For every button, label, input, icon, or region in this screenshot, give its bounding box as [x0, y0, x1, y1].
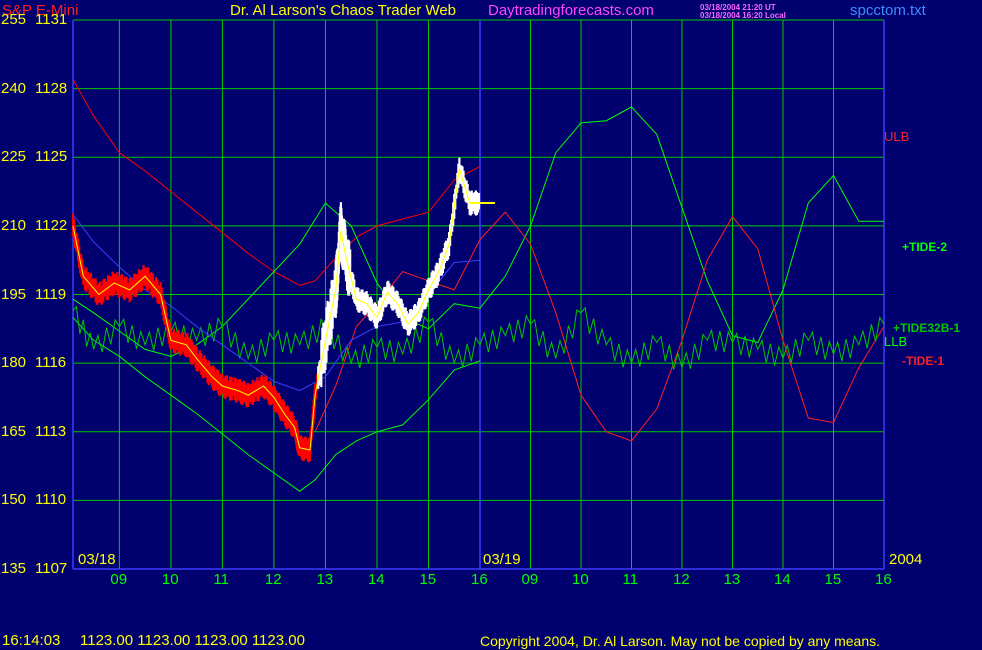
x-tick-label: 11: [213, 571, 229, 588]
y-tick-label-left: 195: [1, 285, 27, 303]
y-tick-label-right: 1116: [35, 354, 67, 372]
x-tick-label: 12: [264, 571, 282, 588]
timestamp-local: 03/18/2004 16:20 Local: [700, 11, 786, 20]
y-tick-label-right: 1110: [35, 491, 67, 509]
x-tick-label: 15: [824, 571, 842, 588]
y-tick-label-right: 1113: [35, 422, 67, 440]
x-tick-label: 14: [774, 571, 791, 588]
y-tick-label-left: 180: [1, 354, 27, 372]
footer-quote: 1123.00 1123.00 1123.00 1123.00: [80, 632, 305, 649]
y-tick-label-right: 1122: [35, 216, 68, 234]
year-label: 2004: [889, 551, 923, 568]
x-tick-label: 16: [471, 571, 488, 588]
file-label: spcctom.txt: [850, 2, 926, 19]
footer-copyright: Copyright 2004, Dr. Al Larson. May not b…: [480, 633, 881, 649]
x-tick-label: 16: [875, 571, 892, 588]
y-tick-label-right: 1119: [35, 285, 67, 303]
date-marker-2: 03/19: [483, 551, 521, 568]
y-tick-label-left: 150: [1, 491, 27, 509]
y-tick-label-left: 225: [1, 148, 27, 166]
x-tick-label: 09: [110, 571, 128, 588]
label-llb: LLB: [884, 334, 908, 349]
x-tick-label: 09: [521, 571, 539, 588]
label-tide2: +TIDE-2: [902, 240, 948, 254]
site-label: Daytradingforecasts.com: [488, 2, 654, 19]
y-tick-label-left: 165: [1, 422, 27, 440]
x-tick-label: 13: [723, 571, 741, 588]
label-tide1: -TIDE-1: [902, 354, 944, 368]
x-tick-label: 13: [316, 571, 334, 588]
x-tick-label: 10: [161, 571, 179, 588]
y-tick-label-right: 1125: [35, 148, 68, 166]
x-tick-label: 11: [622, 571, 639, 588]
x-tick-label: 12: [673, 571, 690, 588]
footer-time: 16:14:03: [2, 632, 61, 649]
y-tick-label-left: 255: [1, 11, 27, 28]
y-tick-label-left: 210: [1, 216, 27, 234]
y-tick-label-right: 1107: [35, 560, 68, 577]
y-tick-label-left: 240: [1, 79, 27, 97]
label-ulb: ULB: [884, 129, 910, 144]
y-tick-label-right: 1131: [35, 11, 68, 28]
y-tick-label-left: 135: [1, 560, 27, 577]
date-marker-1: 03/18: [78, 551, 116, 568]
x-tick-label: 15: [419, 571, 437, 588]
x-tick-label: 10: [572, 571, 589, 588]
y-tick-label-right: 1128: [35, 79, 68, 97]
chart-title: Dr. Al Larson's Chaos Trader Web: [230, 2, 457, 19]
x-tick-label: 14: [367, 571, 385, 588]
